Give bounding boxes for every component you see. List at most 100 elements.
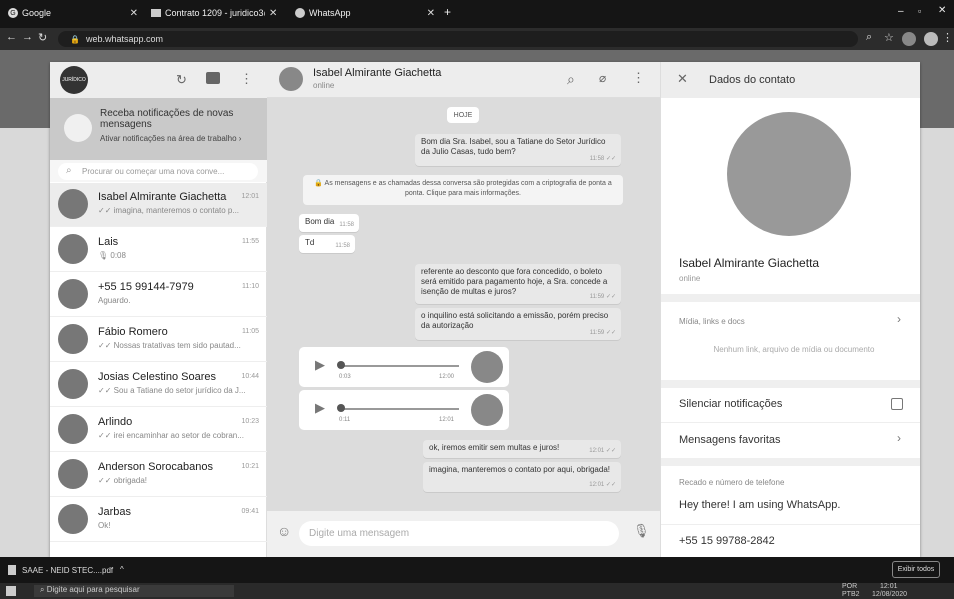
message-input[interactable]: Digite uma mensagem [299, 521, 619, 546]
message-bubble[interactable]: ok, iremos emitir sem multas e juros! 12… [423, 440, 621, 458]
chat-list-item[interactable]: Arlindo 10:23 ✓✓ irei encaminhar ao setor … [50, 408, 267, 452]
clock-date[interactable]: 12/08/2020 [872, 591, 907, 598]
chat-time: 09:41 [241, 508, 259, 515]
menu-icon[interactable]: ⋮ [240, 71, 253, 87]
chat-list-item[interactable]: +55 15 99144-7979 11:10 Aguardo. [50, 273, 267, 317]
tab-whatsapp[interactable]: WhatsApp ✕ [289, 3, 439, 23]
message-text: Td [305, 238, 315, 247]
message-time: 11:59 ✓✓ [589, 330, 616, 336]
zoom-icon[interactable]: ⌕ [866, 31, 872, 44]
mail-icon [151, 9, 161, 17]
search-icon: ⌕ [40, 585, 45, 594]
keyboard-layout[interactable]: PTB2 [842, 591, 860, 598]
message-bubble[interactable]: Bom dia Sra. Isabel, sou a Tatiane do Se… [415, 134, 621, 166]
search-bar: ⌕ Procurar ou começar uma nova conve... [50, 160, 267, 182]
star-icon[interactable]: ☆ [884, 31, 894, 44]
about-text: Hey there! I am using WhatsApp. [679, 499, 841, 511]
chat-time: 11:05 [242, 328, 259, 335]
composer-bar: ☺ Digite uma mensagem 🎙 [267, 511, 660, 557]
menu-icon[interactable]: ⋮ [632, 70, 645, 86]
clock-time[interactable]: 12:01 [880, 583, 898, 590]
close-icon[interactable]: ✕ [269, 8, 277, 19]
audio-progress[interactable] [339, 365, 459, 367]
play-icon[interactable]: ▶ [315, 357, 325, 373]
profile-avatar[interactable] [902, 32, 916, 46]
windows-start-icon[interactable] [6, 586, 16, 596]
close-window-icon[interactable]: ✕ [938, 5, 946, 16]
chat-list-item[interactable]: Anderson Sorocabanos 10:21 ✓✓ obrigada! [50, 453, 267, 497]
message-bubble[interactable]: o inquilino está solicitando a emissão, … [415, 308, 621, 340]
encryption-notice[interactable]: 🔒 As mensagens e as chamadas dessa conve… [303, 175, 623, 205]
close-icon[interactable]: ✕ [677, 71, 688, 87]
close-icon[interactable]: ✕ [130, 8, 138, 19]
contact-info-panel: ✕ Dados do contato Isabel Almirante Giac… [660, 62, 920, 557]
taskbar-search-input[interactable]: ⌕ Digite aqui para pesquisar [34, 585, 234, 597]
chat-list-item[interactable]: Josias Celestino Soares 10:44 ✓✓ Sou a Tat… [50, 363, 267, 407]
url-field[interactable]: 🔒 web.whatsapp.com [58, 31, 858, 47]
tab-title: Contrato 1209 - juridico3@julio [165, 8, 265, 18]
tab-contrato[interactable]: Contrato 1209 - juridico3@julio ✕ [145, 3, 285, 23]
maximize-icon[interactable]: ▫ [918, 6, 921, 16]
microphone-icon[interactable]: 🎙 [633, 523, 650, 539]
reload-icon[interactable]: ↻ [38, 31, 47, 44]
emoji-icon[interactable]: ☺ [277, 523, 291, 539]
chevron-right-icon[interactable]: › [897, 431, 901, 445]
minimize-icon[interactable]: – [898, 6, 904, 17]
message-time: 11:58 [339, 222, 354, 228]
contact-avatar[interactable] [279, 67, 303, 91]
notification-link[interactable]: Ativar notificações na área de trabalho … [100, 134, 241, 143]
language-indicator[interactable]: POR [842, 583, 857, 590]
audio-handle[interactable] [337, 361, 345, 369]
chat-name: Fábio Romero [98, 326, 168, 338]
chat-last-message: ✓✓ Nossas tratativas tem sido pautad... [98, 341, 241, 350]
message-time: 12:01 ✓✓ [589, 482, 616, 488]
search-icon[interactable]: ⌕ [567, 71, 575, 88]
url-text: web.whatsapp.com [85, 34, 164, 44]
back-icon[interactable]: ← [6, 31, 17, 43]
chat-list-item[interactable]: Jarbas 09:41 Ok! [50, 498, 267, 542]
chat-list-item[interactable]: Lais 11:55 🎙 0:08 [50, 228, 267, 272]
audio-progress[interactable] [339, 408, 459, 410]
contact-photo[interactable] [727, 112, 851, 236]
message-bubble[interactable]: imagina, manteremos o contato por aqui, … [423, 462, 621, 492]
chat-last-message: ✓✓ irei encaminhar ao setor de cobran... [98, 431, 244, 440]
notification-banner[interactable]: Receba notificações de novas mensagens A… [50, 98, 267, 160]
audio-message[interactable]: ▶ 0:11 12:01 [299, 390, 509, 430]
new-tab-button[interactable]: + [444, 5, 451, 19]
message-bubble[interactable]: referente ao desconto que fora concedido… [415, 264, 621, 304]
profile-avatar[interactable]: JURÍDICO [60, 66, 88, 94]
search-icon: ⌕ [66, 165, 72, 176]
show-all-button[interactable]: Exibir todos [892, 561, 940, 578]
tab-google[interactable]: G Google ✕ [2, 3, 142, 23]
chevron-right-icon[interactable]: › [897, 312, 901, 326]
contact-avatar [58, 414, 88, 444]
chat-list-item[interactable]: Fábio Romero 11:05 ✓✓ Nossas tratativas te… [50, 318, 267, 362]
audio-handle[interactable] [337, 404, 345, 412]
chat-time: 11:10 [242, 283, 259, 290]
contact-status: online [313, 81, 335, 90]
forward-icon[interactable]: → [22, 31, 33, 43]
contact-name[interactable]: Isabel Almirante Giachetta [313, 67, 441, 79]
download-item[interactable]: SAAE - NEID STEC....pdf [22, 566, 113, 575]
search-input[interactable]: ⌕ Procurar ou começar uma nova conve... [58, 163, 258, 180]
chat-name: Lais [98, 236, 119, 248]
mute-checkbox[interactable] [891, 398, 903, 410]
close-icon[interactable]: ✕ [427, 8, 435, 19]
audio-message[interactable]: ▶ 0:03 12:00 [299, 347, 509, 387]
new-chat-icon[interactable] [206, 72, 220, 84]
menu-icon[interactable]: ⋮ [942, 31, 953, 44]
downloads-bar: SAAE - NEID STEC....pdf ^ Exibir todos [0, 557, 954, 583]
message-bubble[interactable]: Td 11:58 [299, 235, 355, 253]
media-section-title[interactable]: Mídia, links e docs [679, 317, 745, 326]
extension-icon[interactable] [924, 32, 938, 46]
attach-icon[interactable]: ⌀ [599, 71, 606, 85]
conversation-header: Isabel Almirante Giachetta online ⌕ ⌀ ⋮ [267, 62, 660, 98]
message-bubble[interactable]: Bom dia 11:58 [299, 214, 359, 232]
starred-messages-item[interactable]: Mensagens favoritas [679, 434, 781, 446]
message-text: Bom dia Sra. Isabel, sou a Tatiane do Se… [421, 137, 606, 156]
status-icon[interactable]: ↻ [176, 72, 187, 88]
play-icon[interactable]: ▶ [315, 400, 325, 416]
chat-last-message: ✓✓ obrigada! [98, 476, 147, 485]
chevron-up-icon[interactable]: ^ [120, 565, 124, 574]
chat-list-item[interactable]: Isabel Almirante Giachetta 12:01 ✓✓ imagin… [50, 183, 267, 227]
